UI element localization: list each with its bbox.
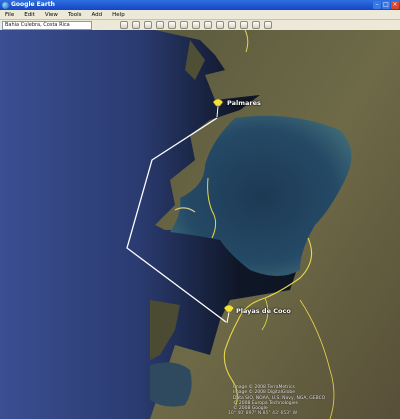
view-in-maps-icon[interactable] xyxy=(264,21,272,29)
path-icon[interactable] xyxy=(156,21,164,29)
menu-bar: File Edit View Tools Add Help xyxy=(0,10,400,20)
menu-help[interactable]: Help xyxy=(107,10,130,20)
google-earth-icon xyxy=(2,1,9,9)
print-icon[interactable] xyxy=(252,21,260,29)
cove xyxy=(150,362,192,407)
menu-file[interactable]: File xyxy=(0,10,19,20)
ruler-icon[interactable] xyxy=(228,21,236,29)
satellite-imagery xyxy=(0,29,400,419)
title-bar: Google Earth – □ × xyxy=(0,0,400,10)
window-controls: – □ × xyxy=(373,1,399,9)
menu-tools[interactable]: Tools xyxy=(63,10,87,20)
window-title: Google Earth xyxy=(11,1,55,8)
image-overlay-icon[interactable] xyxy=(168,21,176,29)
minimize-button[interactable]: – xyxy=(373,1,381,9)
email-icon[interactable] xyxy=(240,21,248,29)
toolbar-icons xyxy=(120,21,272,29)
status-coordinates: 10° 40' 897" N 85° 43' 653" W xyxy=(228,411,298,416)
google-earth-window: Google Earth – □ × File Edit View Tools … xyxy=(0,0,400,419)
earth-3d-view[interactable] xyxy=(0,29,400,419)
menu-add[interactable]: Add xyxy=(87,10,108,20)
placemark-label-palmares[interactable]: Palmares xyxy=(227,99,261,107)
maximize-button[interactable]: □ xyxy=(382,1,390,9)
hide-sidebar-icon[interactable] xyxy=(120,21,128,29)
record-tour-icon[interactable] xyxy=(180,21,188,29)
polygon-icon[interactable] xyxy=(144,21,152,29)
placemark-label-playas-de-coco[interactable]: Playas de Coco xyxy=(236,307,291,315)
sun-icon[interactable] xyxy=(204,21,212,29)
close-button[interactable]: × xyxy=(391,1,399,9)
placemark-icon[interactable] xyxy=(132,21,140,29)
planets-icon[interactable] xyxy=(216,21,224,29)
imagery-attribution: Image © 2008 TerraMetrics Image © 2008 D… xyxy=(233,385,353,411)
history-icon[interactable] xyxy=(192,21,200,29)
menu-view[interactable]: View xyxy=(40,10,63,20)
toolbar: Bahia Culebra, Costa Rica xyxy=(0,20,400,30)
search-input[interactable]: Bahia Culebra, Costa Rica xyxy=(2,21,92,30)
menu-edit[interactable]: Edit xyxy=(19,10,40,20)
